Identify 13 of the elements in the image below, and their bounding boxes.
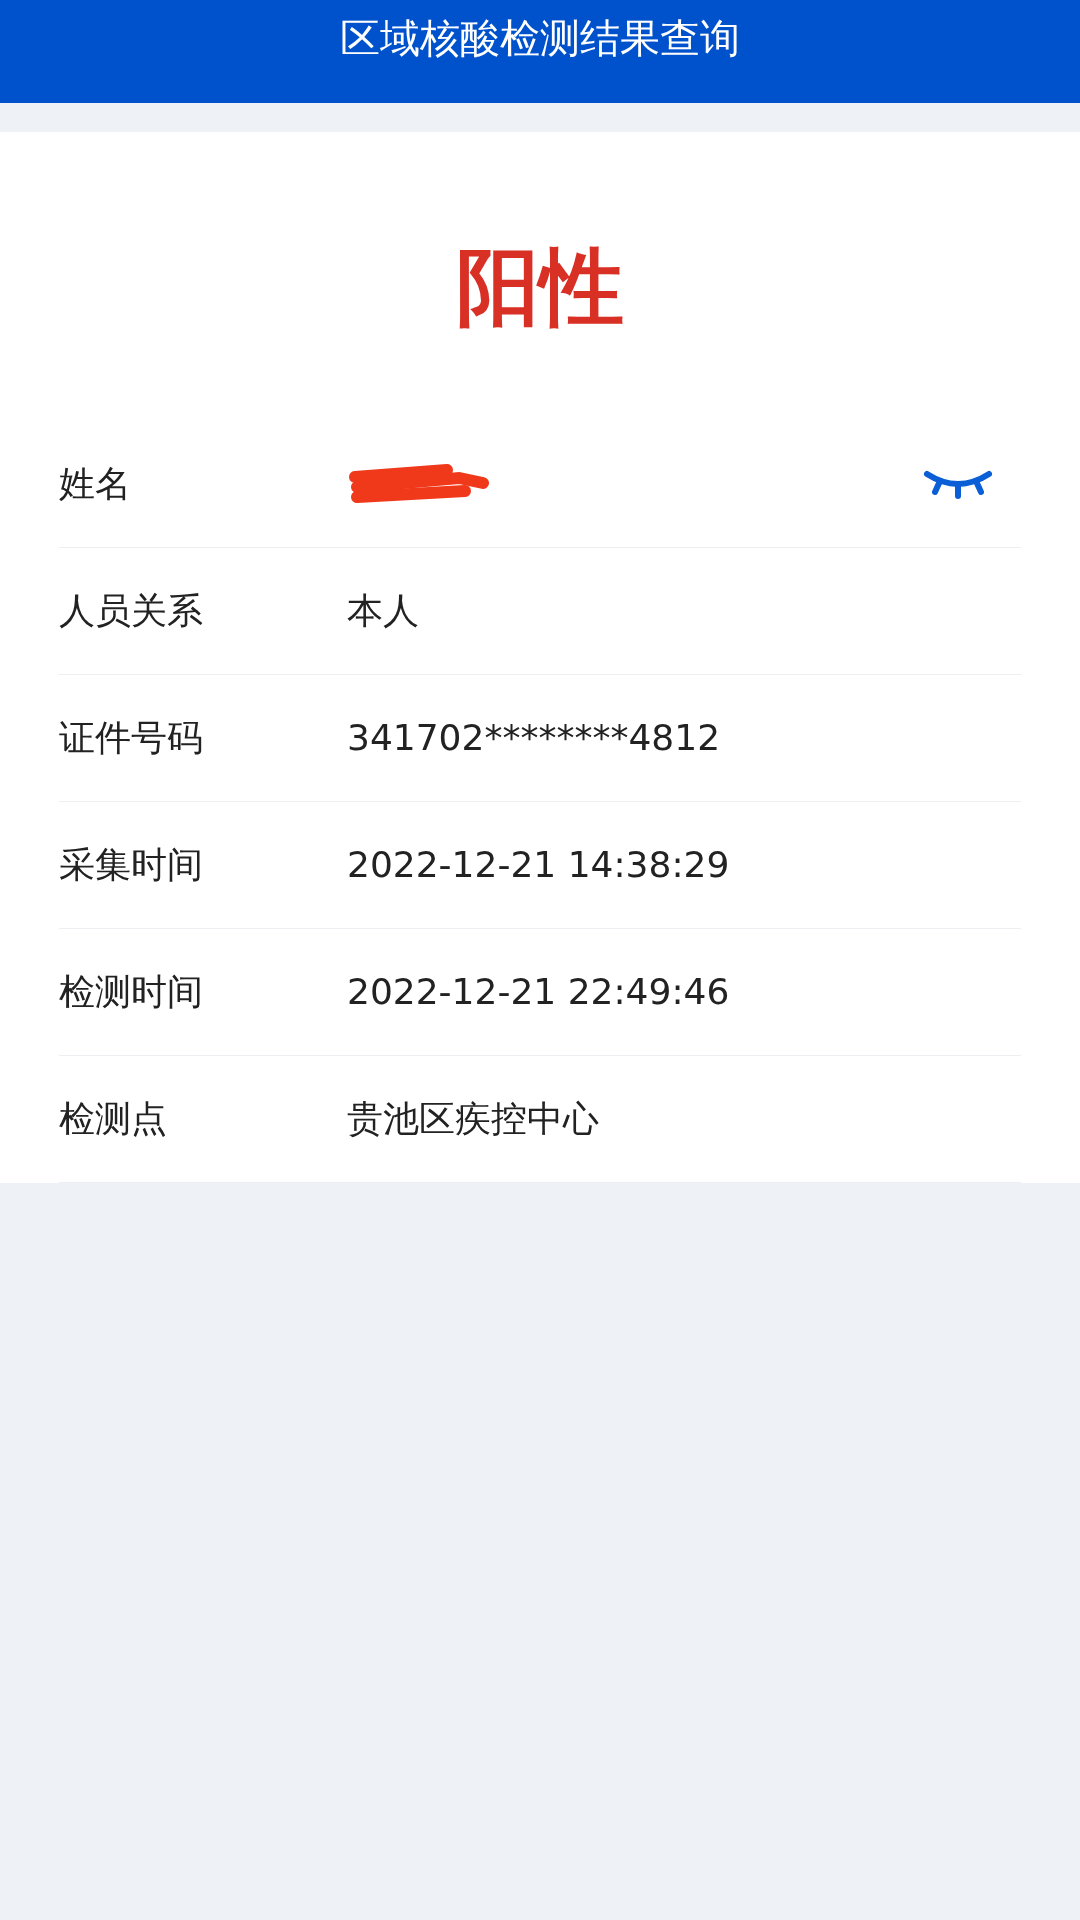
field-label: 检测时间 [59, 970, 204, 1014]
field-label: 人员关系 [59, 589, 204, 633]
field-value: 2022-12-21 14:38:29 [347, 843, 730, 887]
result-status: 阳性 [456, 244, 624, 329]
field-value: 本人 [347, 589, 419, 633]
field-value: 贵池区疾控中心 [347, 1097, 599, 1141]
field-value: 341702********4812 [347, 716, 721, 760]
field-label: 采集时间 [59, 843, 204, 887]
page-title: 区域核酸检测结果查询 [340, 14, 740, 63]
field-label: 姓名 [59, 462, 132, 506]
field-value: 2022-12-21 22:49:46 [347, 970, 730, 1014]
field-label: 检测点 [59, 1097, 168, 1141]
field-label: 证件号码 [59, 716, 204, 760]
